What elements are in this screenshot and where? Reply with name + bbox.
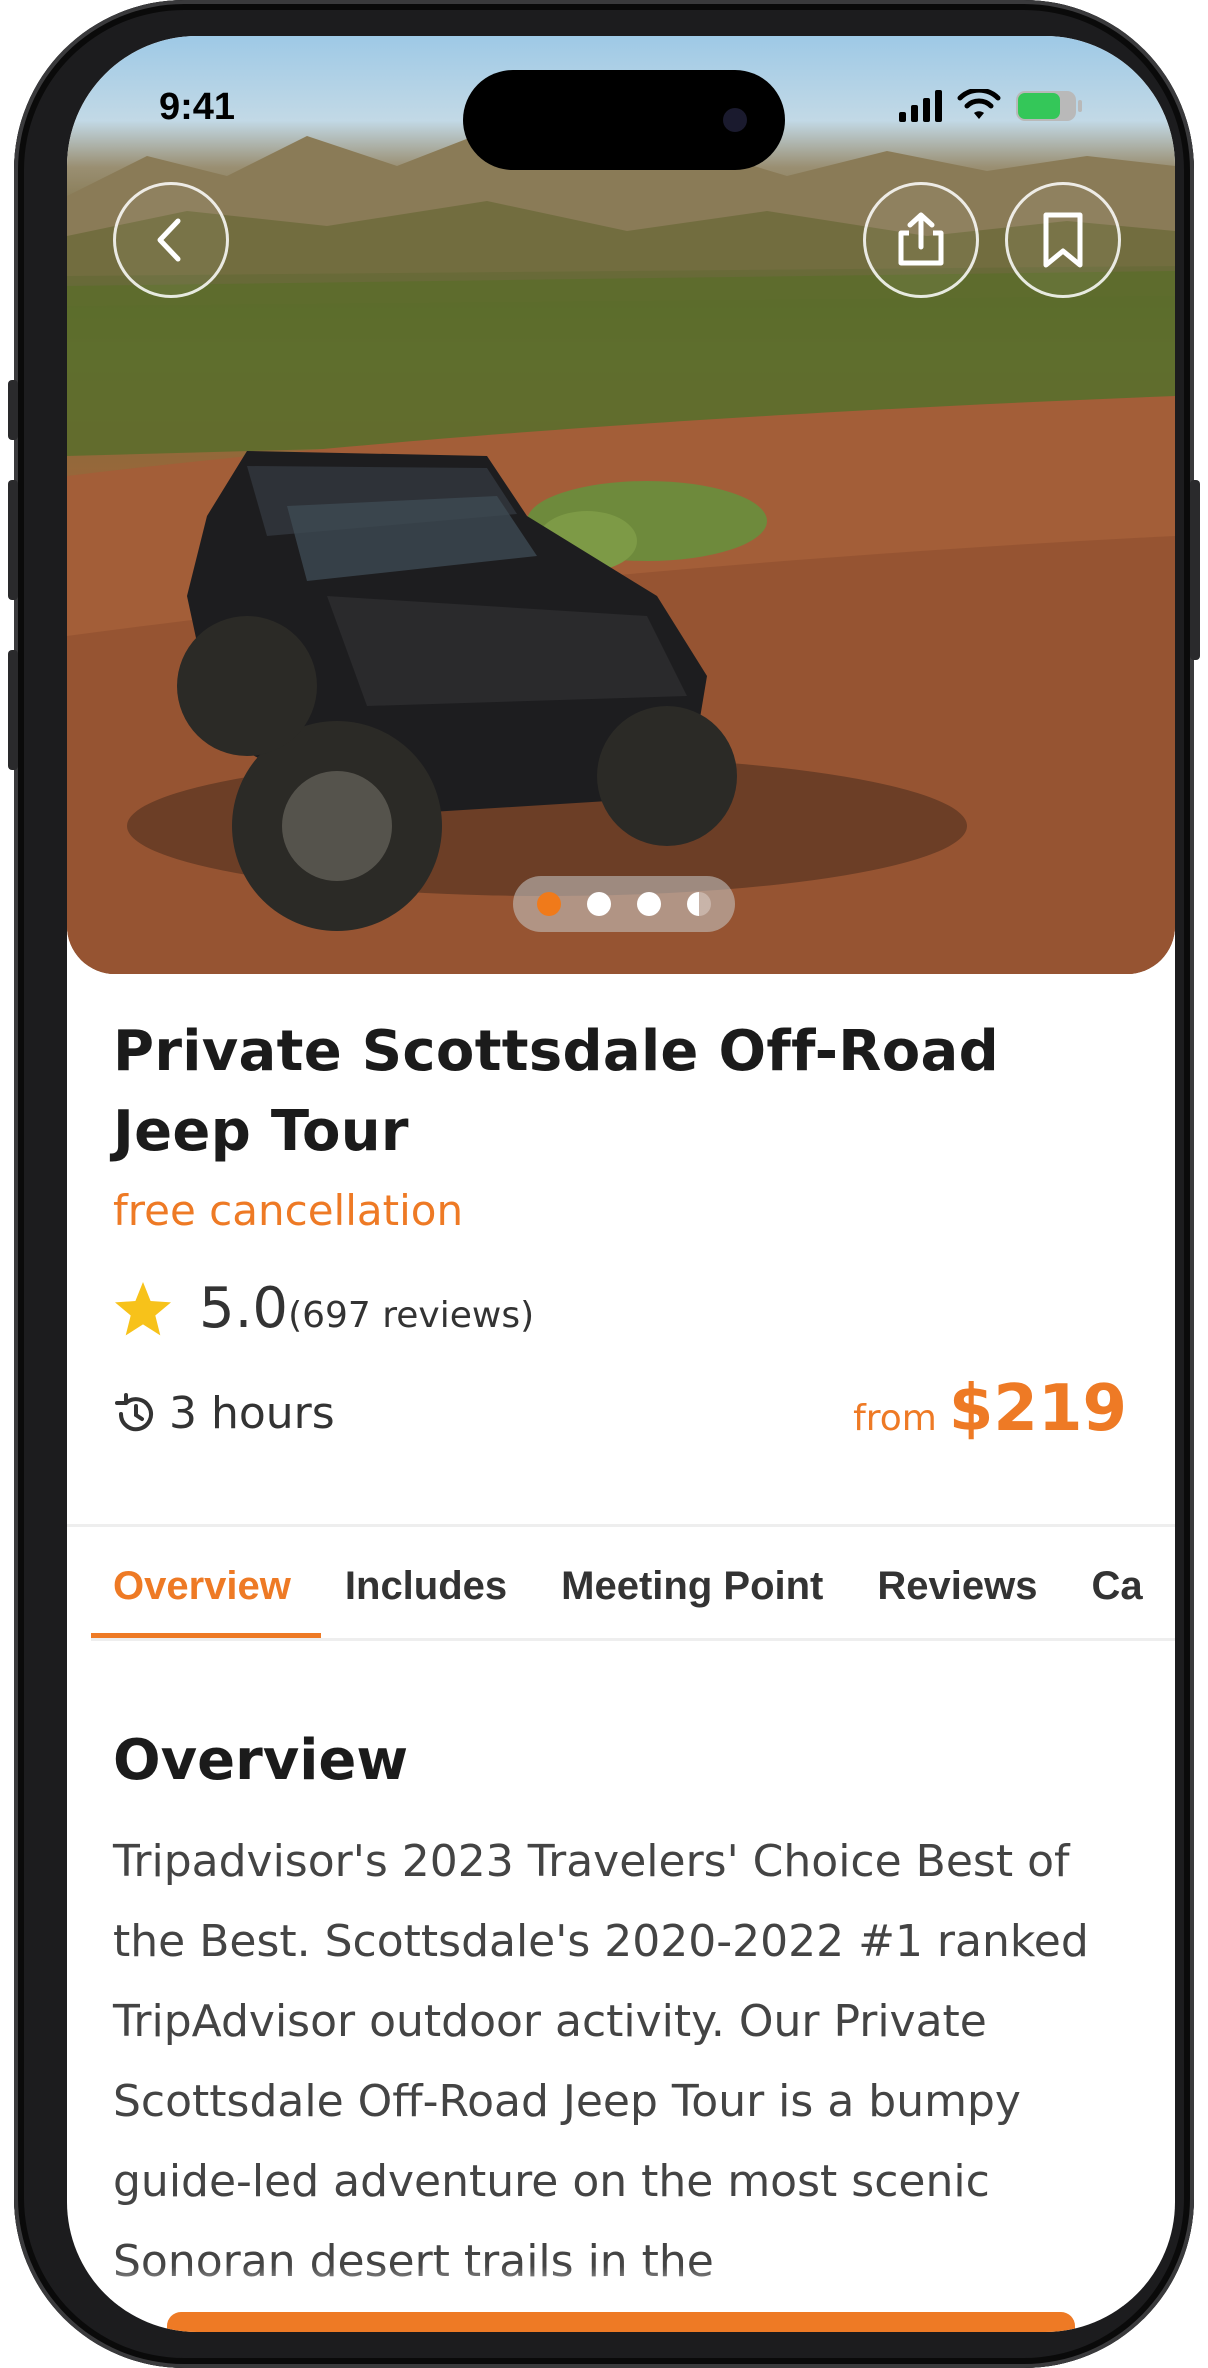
rating-row[interactable]: 5.0 (697 reviews): [113, 1276, 534, 1341]
overview-heading: Overview: [113, 1728, 409, 1793]
section-tabs: Overview Includes Meeting Point Reviews …: [113, 1564, 1175, 1609]
status-time: 9:41: [159, 86, 236, 128]
back-button[interactable]: [113, 182, 229, 298]
price-prefix: from: [853, 1398, 937, 1439]
power-button: [1190, 480, 1200, 660]
action-button: [8, 380, 18, 440]
tab-includes[interactable]: Includes: [345, 1564, 507, 1609]
chevron-left-icon: [157, 218, 181, 262]
dynamic-island: [463, 70, 785, 170]
bottom-action-bar[interactable]: [167, 2312, 1075, 2332]
duration-row: 3 hours: [113, 1388, 335, 1439]
tab-overview[interactable]: Overview: [113, 1564, 291, 1609]
share-icon: [898, 212, 944, 266]
duration-text: 3 hours: [169, 1388, 335, 1439]
overview-text: Tripadvisor's 2023 Travelers' Choice Bes…: [113, 1836, 1089, 2287]
active-tab-indicator: [91, 1633, 321, 1638]
tour-title: Private Scottsdale Off-Road Jeep Tour: [113, 1019, 999, 1164]
rating-value: 5.0: [199, 1276, 289, 1341]
share-button[interactable]: [863, 182, 979, 298]
star-icon: [115, 1281, 171, 1335]
carousel-dot[interactable]: [537, 892, 561, 916]
hero-image[interactable]: [67, 36, 1175, 974]
price-amount: $219: [948, 1372, 1127, 1446]
review-count[interactable]: (697 reviews): [288, 1295, 534, 1336]
price: from $219: [853, 1372, 1127, 1446]
status-icons: [899, 88, 1083, 124]
carousel-indicator[interactable]: [513, 876, 735, 932]
free-cancellation-label: free cancellation: [113, 1186, 464, 1235]
divider: [67, 1524, 1175, 1527]
tab-meeting-point[interactable]: Meeting Point: [561, 1564, 823, 1609]
carousel-dot[interactable]: [637, 892, 661, 916]
wifi-icon: [957, 89, 1001, 119]
battery-icon: [1016, 91, 1082, 121]
screen: 9:41 Private Scottsdale Off-Road Jeep To…: [67, 36, 1175, 2332]
tab-cancellation[interactable]: Ca: [1091, 1564, 1142, 1609]
phone-frame: 9:41 Private Scottsdale Off-Road Jeep To…: [8, 0, 1200, 2368]
carousel-dot[interactable]: [687, 892, 711, 916]
cellular-signal-icon: [899, 90, 942, 122]
camera-icon: [723, 108, 747, 132]
bookmark-button[interactable]: [1005, 182, 1121, 298]
content-fade: [67, 2266, 1175, 2306]
volume-up-button: [8, 480, 18, 600]
tabs-divider: [91, 1638, 1175, 1641]
tab-reviews[interactable]: Reviews: [877, 1564, 1037, 1609]
desert-jeep-illustration: [67, 131, 1175, 974]
volume-down-button: [8, 650, 18, 770]
bookmark-icon: [1043, 212, 1083, 268]
carousel-dot[interactable]: [587, 892, 611, 916]
history-clock-icon: [115, 1392, 153, 1431]
